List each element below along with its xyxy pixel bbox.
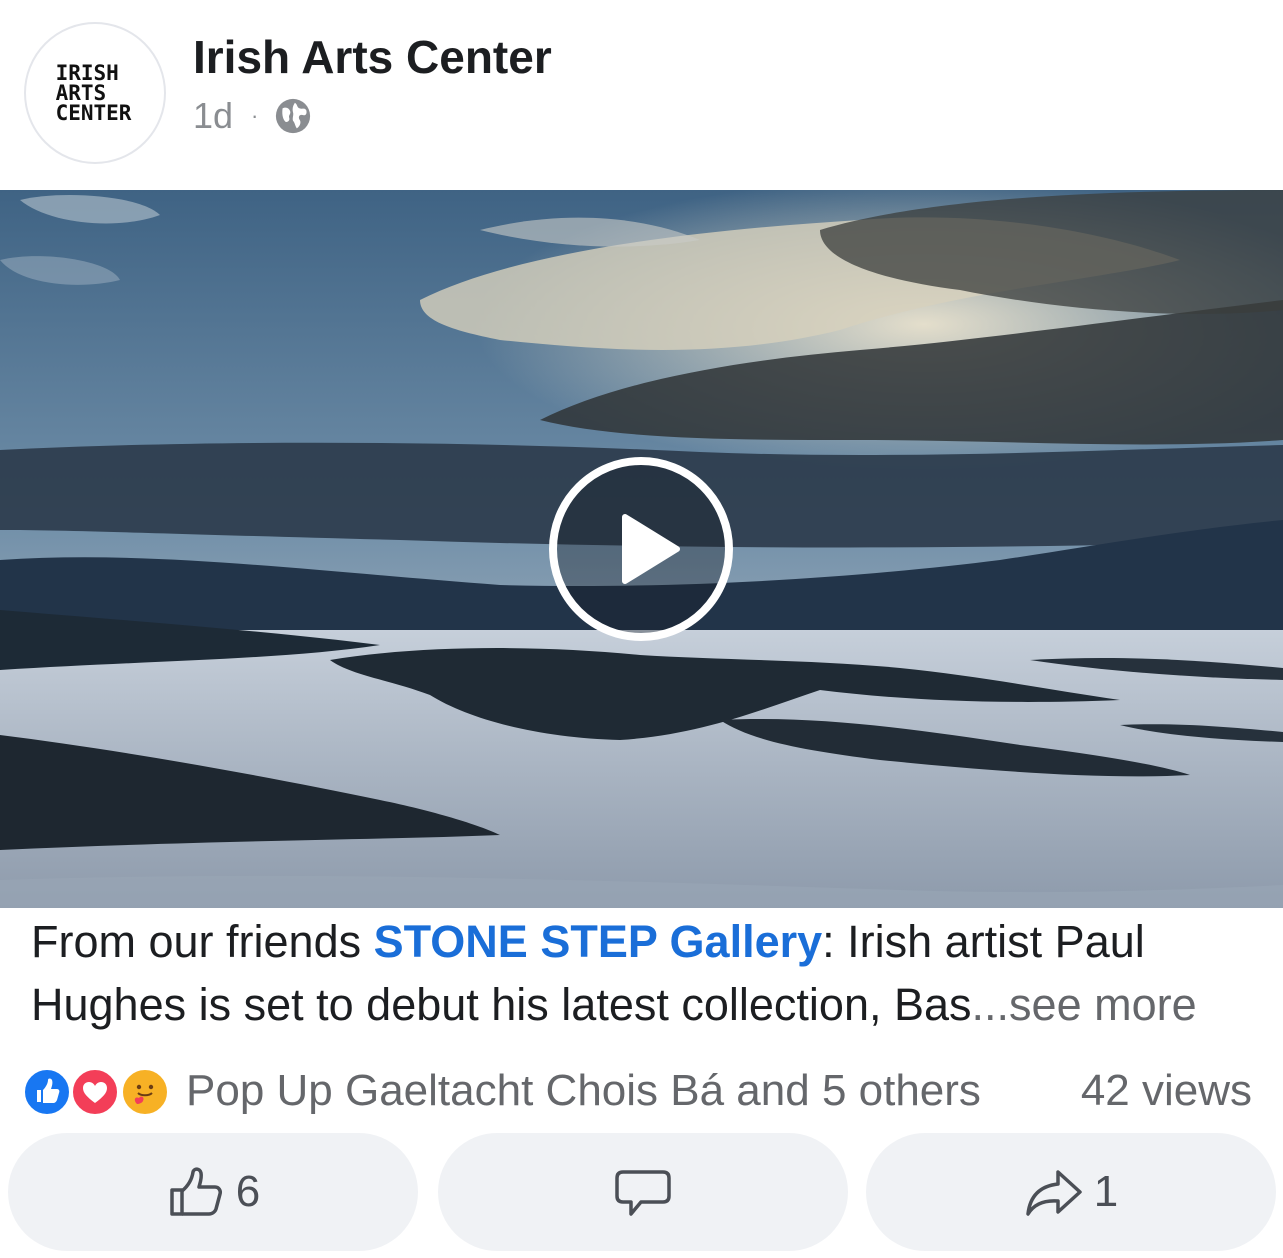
- comment-button[interactable]: [438, 1133, 848, 1251]
- reaction-icons[interactable]: [22, 1063, 178, 1119]
- like-reaction-icon: [22, 1067, 72, 1117]
- like-button[interactable]: 6: [8, 1133, 418, 1251]
- post-header: IRISH ARTS CENTER Irish Arts Center 1d ·: [0, 0, 1283, 190]
- care-reaction-icon: [120, 1067, 170, 1117]
- page-avatar[interactable]: IRISH ARTS CENTER: [24, 22, 166, 164]
- thumbs-up-icon: [170, 1167, 222, 1216]
- views-count[interactable]: 42 views: [1081, 1066, 1252, 1116]
- share-count: 1: [1093, 1167, 1119, 1216]
- post-meta: 1d ·: [193, 94, 312, 138]
- post-caption: From our friends STONE STEP Gallery: Iri…: [31, 910, 1271, 1036]
- post-timestamp[interactable]: 1d: [193, 95, 233, 137]
- video-player[interactable]: [0, 190, 1283, 908]
- page-name-link[interactable]: Irish Arts Center: [193, 30, 552, 84]
- action-bar: 6 1: [8, 1133, 1276, 1251]
- like-count: 6: [235, 1167, 261, 1216]
- caption-prefix: From our friends: [31, 916, 374, 967]
- globe-icon: [276, 98, 311, 134]
- play-icon: [622, 514, 680, 584]
- share-arrow-icon: [1026, 1170, 1082, 1216]
- meta-separator: ·: [251, 103, 259, 128]
- comment-icon: [615, 1170, 671, 1216]
- see-more-link[interactable]: ...see more: [972, 979, 1197, 1030]
- reactors-text[interactable]: Pop Up Gaeltacht Chois Bá and 5 others: [186, 1066, 981, 1116]
- avatar-logo-text: IRISH ARTS CENTER: [55, 61, 132, 125]
- reactions-summary[interactable]: Pop Up Gaeltacht Chois Bá and 5 others 4…: [22, 1062, 1262, 1120]
- love-reaction-icon: [70, 1067, 120, 1117]
- play-button[interactable]: [549, 457, 733, 641]
- mentioned-page-link[interactable]: STONE STEP Gallery: [374, 916, 823, 967]
- share-button[interactable]: 1: [866, 1133, 1276, 1251]
